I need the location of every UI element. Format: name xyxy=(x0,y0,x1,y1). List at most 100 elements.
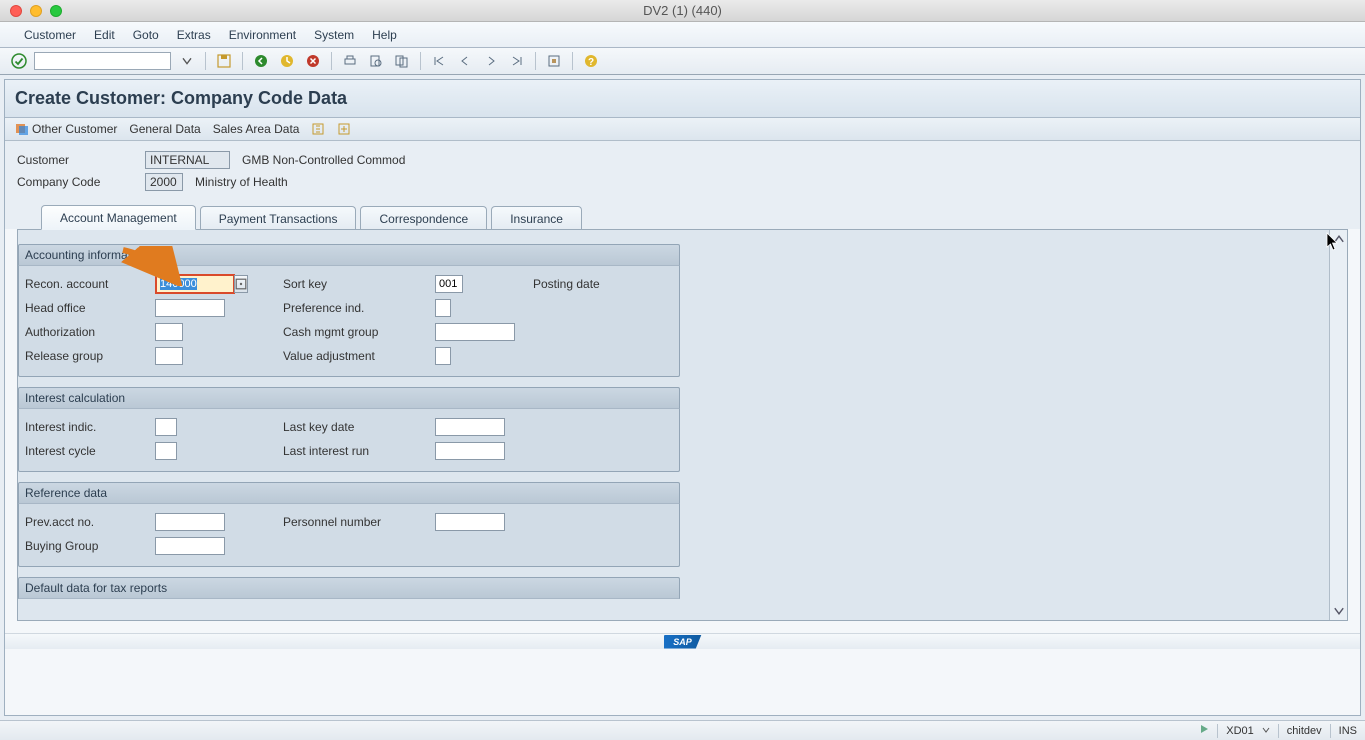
sort-key-input[interactable] xyxy=(435,275,463,293)
authorization-input[interactable] xyxy=(155,323,183,341)
status-play-icon[interactable] xyxy=(1199,724,1209,737)
customer-desc: GMB Non-Controlled Commod xyxy=(242,153,405,167)
sales-area-data-button[interactable]: Sales Area Data xyxy=(213,122,300,136)
menu-customer[interactable]: Customer xyxy=(24,28,76,42)
recon-account-wrap xyxy=(155,274,248,294)
separator xyxy=(242,52,243,70)
separator xyxy=(1278,724,1279,738)
head-office-input[interactable] xyxy=(155,299,225,317)
tab-insurance[interactable]: Insurance xyxy=(491,206,582,230)
value-adj-input[interactable] xyxy=(435,347,451,365)
group-default-tax: Default data for tax reports xyxy=(18,577,680,599)
window-title: DV2 (1) (440) xyxy=(643,3,722,18)
statusbar: XD01 chitdev INS xyxy=(0,720,1365,740)
main-area: Create Customer: Company Code Data Other… xyxy=(0,75,1365,720)
close-window-button[interactable] xyxy=(10,5,22,17)
authorization-label: Authorization xyxy=(25,325,155,339)
preference-ind-input[interactable] xyxy=(435,299,451,317)
interest-cycle-input[interactable] xyxy=(155,442,177,460)
system-toolbar: ? xyxy=(0,48,1365,75)
command-field[interactable] xyxy=(34,52,171,70)
vertical-scrollbar[interactable] xyxy=(1329,230,1347,620)
enter-icon[interactable] xyxy=(10,52,28,70)
group-default-tax-title: Default data for tax reports xyxy=(18,577,680,599)
minimize-window-button[interactable] xyxy=(30,5,42,17)
find-next-icon[interactable] xyxy=(392,52,412,70)
app-toolbar: Other Customer General Data Sales Area D… xyxy=(5,118,1360,141)
traffic-lights xyxy=(0,5,62,17)
find-icon[interactable] xyxy=(366,52,386,70)
customer-value: INTERNAL xyxy=(145,151,230,169)
dropdown-icon[interactable] xyxy=(177,52,197,70)
sap-strip: SAP xyxy=(5,633,1360,649)
customer-label: Customer xyxy=(17,153,145,167)
menu-goto[interactable]: Goto xyxy=(133,28,159,42)
cancel-icon[interactable] xyxy=(303,52,323,70)
tab-account-management[interactable]: Account Management xyxy=(41,205,196,230)
company-code-desc: Ministry of Health xyxy=(195,175,288,189)
last-interest-run-label: Last interest run xyxy=(283,444,435,458)
next-page-icon[interactable] xyxy=(481,52,501,70)
company-code-value: 2000 xyxy=(145,173,183,191)
menu-extras[interactable]: Extras xyxy=(177,28,211,42)
zoom-window-button[interactable] xyxy=(50,5,62,17)
page-title-bar: Create Customer: Company Code Data xyxy=(5,80,1360,118)
separator xyxy=(420,52,421,70)
page-title: Create Customer: Company Code Data xyxy=(15,88,1350,109)
cash-mgmt-label: Cash mgmt group xyxy=(283,325,435,339)
additional-data-icon[interactable] xyxy=(311,122,325,136)
recon-account-label: Recon. account xyxy=(25,277,155,291)
separator xyxy=(572,52,573,70)
menu-help[interactable]: Help xyxy=(372,28,397,42)
head-office-label: Head office xyxy=(25,301,155,315)
last-interest-run-input[interactable] xyxy=(435,442,505,460)
interest-cycle-label: Interest cycle xyxy=(25,444,155,458)
interest-indic-label: Interest indic. xyxy=(25,420,155,434)
first-page-icon[interactable] xyxy=(429,52,449,70)
group-interest-calc: Interest calculation Interest indic. Las… xyxy=(18,387,680,472)
other-customer-icon xyxy=(15,122,29,136)
new-session-icon[interactable] xyxy=(544,52,564,70)
menu-edit[interactable]: Edit xyxy=(94,28,115,42)
svg-text:?: ? xyxy=(588,57,594,68)
last-page-icon[interactable] xyxy=(507,52,527,70)
interest-indic-input[interactable] xyxy=(155,418,177,436)
status-tcode: XD01 xyxy=(1226,725,1254,737)
release-group-input[interactable] xyxy=(155,347,183,365)
status-dropdown-icon[interactable] xyxy=(1262,725,1270,737)
prev-page-icon[interactable] xyxy=(455,52,475,70)
tab-payment-transactions[interactable]: Payment Transactions xyxy=(200,206,357,230)
recon-account-input[interactable] xyxy=(155,274,235,294)
preference-ind-label: Preference ind. xyxy=(283,301,435,315)
last-key-date-label: Last key date xyxy=(283,420,435,434)
sap-logo-icon: SAP xyxy=(664,635,702,649)
tab-content: Accounting information Recon. account xyxy=(18,230,1329,620)
print-icon[interactable] xyxy=(340,52,360,70)
posting-date-label: Posting date xyxy=(533,277,600,291)
help-icon[interactable]: ? xyxy=(581,52,601,70)
content-box: Create Customer: Company Code Data Other… xyxy=(4,79,1361,716)
scroll-up-icon[interactable] xyxy=(1332,232,1346,246)
personnel-no-input[interactable] xyxy=(435,513,505,531)
menu-environment[interactable]: Environment xyxy=(229,28,296,42)
additional-data2-icon[interactable] xyxy=(337,122,351,136)
menu-system[interactable]: System xyxy=(314,28,354,42)
last-key-date-input[interactable] xyxy=(435,418,505,436)
back-icon[interactable] xyxy=(251,52,271,70)
prev-acct-input[interactable] xyxy=(155,513,225,531)
sort-key-label: Sort key xyxy=(283,277,435,291)
f4-help-button[interactable] xyxy=(234,275,248,293)
separator xyxy=(205,52,206,70)
save-icon[interactable] xyxy=(214,52,234,70)
buying-group-input[interactable] xyxy=(155,537,225,555)
tab-correspondence[interactable]: Correspondence xyxy=(360,206,487,230)
exit-icon[interactable] xyxy=(277,52,297,70)
cash-mgmt-input[interactable] xyxy=(435,323,515,341)
other-customer-button[interactable]: Other Customer xyxy=(15,122,117,136)
separator xyxy=(1330,724,1331,738)
other-customer-label: Other Customer xyxy=(32,122,117,136)
general-data-button[interactable]: General Data xyxy=(129,122,200,136)
scroll-down-icon[interactable] xyxy=(1332,604,1346,618)
group-reference-title: Reference data xyxy=(18,482,680,504)
header-fields: Customer INTERNAL GMB Non-Controlled Com… xyxy=(5,141,1360,201)
